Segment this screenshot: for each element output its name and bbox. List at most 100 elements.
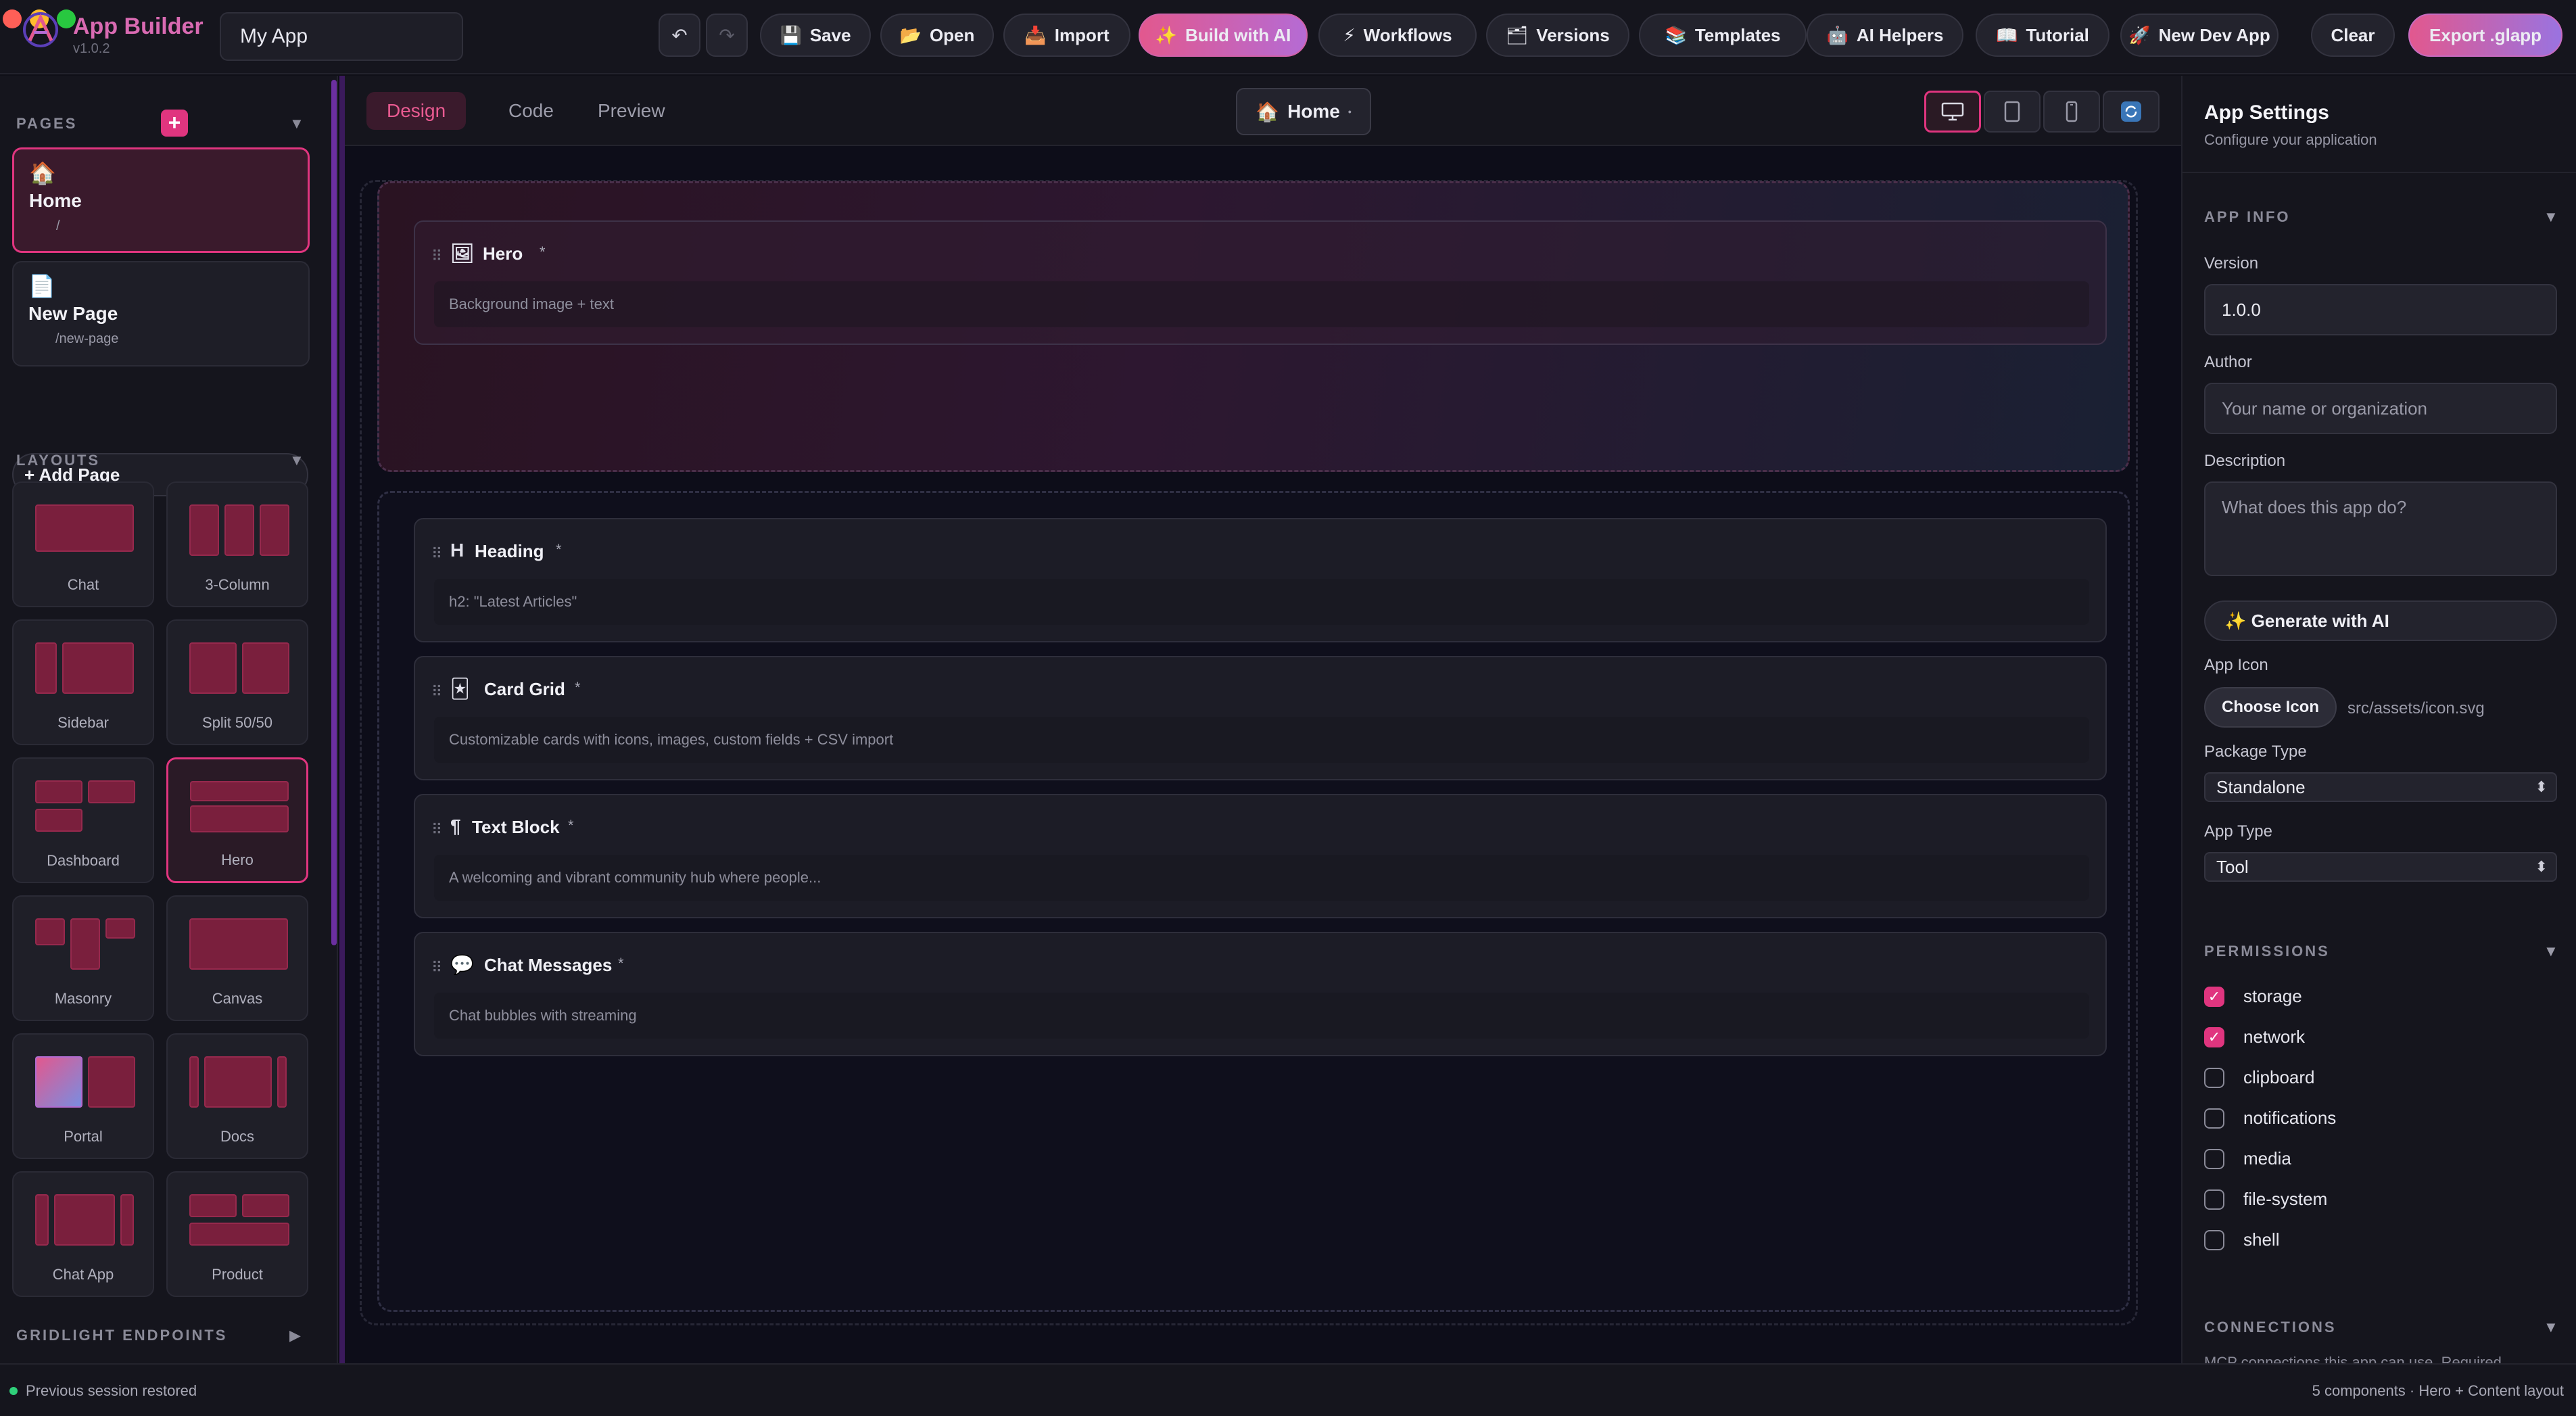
layout-thumb-canvas [183, 912, 295, 976]
workflows-button[interactable]: ⚡ Workflows [1318, 14, 1477, 57]
permission-media[interactable]: media [2204, 1148, 2291, 1169]
save-icon: 💾 [780, 24, 802, 45]
permission-file-system[interactable]: file-system [2204, 1189, 2327, 1210]
layout-tile-3-column[interactable]: 3-Column [166, 481, 308, 607]
checkbox-icon[interactable] [2204, 1148, 2224, 1169]
undo-button[interactable]: ↶ [659, 14, 700, 57]
page-selector[interactable]: 🏠 Home • [1236, 88, 1371, 135]
mobile-view-button[interactable] [2043, 91, 2100, 133]
redo-button[interactable]: ↷ [706, 14, 748, 57]
refresh-preview-button[interactable] [2103, 91, 2160, 133]
drag-handle-icon[interactable]: ⠿ [431, 821, 442, 839]
permission-shell[interactable]: shell [2204, 1229, 2279, 1250]
icon-path: src/assets/icon.svg [2347, 699, 2485, 717]
app-type-select[interactable]: Tool ⬍ [2204, 852, 2557, 882]
tutorial-button[interactable]: 📖 Tutorial [1976, 14, 2109, 57]
version-input[interactable]: 1.0.0 [2204, 284, 2557, 335]
permission-label: clipboard [2243, 1067, 2315, 1087]
drag-handle-icon[interactable]: ⠿ [431, 545, 442, 563]
layout-tile-hero[interactable]: Hero [166, 757, 308, 883]
layout-tile-canvas[interactable]: Canvas [166, 895, 308, 1021]
import-button[interactable]: 📥 Import [1003, 14, 1130, 57]
connections-collapse-caret-icon[interactable]: ▼ [2544, 1319, 2558, 1336]
layout-tile-sidebar[interactable]: Sidebar [12, 619, 154, 745]
layout-thumb-chat-app [28, 1187, 141, 1252]
versions-button[interactable]: 🗂 Versions [1486, 14, 1629, 57]
page-item-home[interactable]: 🏠 Home / [12, 147, 310, 253]
layout-thumb-product [183, 1187, 295, 1252]
component-chat-messages[interactable]: ⠿ 💬 Chat Messages * Chat bubbles with st… [414, 932, 2107, 1056]
gridlight-expand-caret-icon[interactable]: ▶ [289, 1327, 301, 1344]
open-button[interactable]: 📂 Open [880, 14, 994, 57]
choose-icon-button[interactable]: Choose Icon [2204, 687, 2337, 728]
app-type-label: App Type [2204, 822, 2272, 841]
close-window-button[interactable] [3, 9, 22, 28]
tablet-view-button[interactable] [1984, 91, 2041, 133]
layout-tile-dashboard[interactable]: Dashboard [12, 757, 154, 883]
add-page-plus-button[interactable]: + [161, 110, 188, 137]
import-label: Import [1054, 24, 1110, 45]
checkbox-checked-icon[interactable]: ✓ [2204, 1026, 2224, 1047]
layout-tile-docs[interactable]: Docs [166, 1033, 308, 1159]
component-heading[interactable]: ⠿ H Heading * h2: "Latest Articles" [414, 518, 2107, 642]
component-title: Hero [483, 243, 523, 264]
layout-tile-chat-app[interactable]: Chat App [12, 1171, 154, 1297]
component-card-grid[interactable]: ⠿ 🃏 Card Grid * Customizable cards with … [414, 656, 2107, 780]
export-button[interactable]: Export .glapp [2408, 14, 2562, 57]
versions-icon: 🗂 [1506, 24, 1529, 45]
page-selector-label: Home [1287, 101, 1340, 122]
layout-tile-portal[interactable]: Portal [12, 1033, 154, 1159]
drag-handle-icon[interactable]: ⠿ [431, 247, 442, 265]
canvas-resize-handle[interactable] [339, 76, 345, 1363]
layout-tile-masonry[interactable]: Masonry [12, 895, 154, 1021]
permission-storage[interactable]: ✓ storage [2204, 986, 2302, 1007]
tab-code[interactable]: Code [488, 92, 574, 130]
checkbox-icon[interactable] [2204, 1229, 2224, 1250]
tab-preview[interactable]: Preview [577, 92, 686, 130]
description-textarea[interactable]: What does this app do? [2204, 481, 2557, 576]
checkbox-checked-icon[interactable]: ✓ [2204, 986, 2224, 1007]
tab-design[interactable]: Design [366, 92, 467, 130]
component-title: Chat Messages [484, 955, 613, 975]
pages-collapse-caret-icon[interactable]: ▼ [289, 115, 304, 133]
drag-handle-icon[interactable]: ⠿ [431, 683, 442, 701]
desktop-view-button[interactable] [1924, 91, 1981, 133]
permission-label: file-system [2243, 1189, 2328, 1209]
card-icon: 🃏 [450, 678, 470, 699]
checkbox-icon[interactable] [2204, 1067, 2224, 1088]
layout-tile-chat[interactable]: Chat [12, 481, 154, 607]
ai-helpers-button[interactable]: 🤖 AI Helpers [1807, 14, 1963, 57]
sidebar-scrollbar[interactable] [331, 80, 337, 945]
select-arrows-icon: ⬍ [2535, 858, 2548, 875]
package-type-select[interactable]: Standalone ⬍ [2204, 772, 2557, 802]
clear-button[interactable]: Clear [2311, 14, 2395, 57]
new-dev-app-button[interactable]: 🚀 New Dev App [2120, 14, 2279, 57]
build-with-ai-button[interactable]: ✨ Build with AI [1139, 14, 1308, 57]
save-button[interactable]: 💾 Save [760, 14, 871, 57]
drag-handle-icon[interactable]: ⠿ [431, 959, 442, 976]
permission-network[interactable]: ✓ network [2204, 1026, 2305, 1047]
checkbox-icon[interactable] [2204, 1108, 2224, 1129]
permissions-collapse-caret-icon[interactable]: ▼ [2544, 943, 2558, 960]
app-name-input[interactable]: My App [220, 12, 463, 61]
layouts-collapse-caret-icon[interactable]: ▼ [289, 452, 304, 469]
checkbox-icon[interactable] [2204, 1189, 2224, 1210]
permission-notifications[interactable]: notifications [2204, 1108, 2336, 1129]
component-hero[interactable]: ⠿ 🖼 Hero * Background image + text [414, 220, 2107, 345]
permissions-heading: PERMISSIONS [2204, 943, 2330, 960]
layout-tile-split[interactable]: Split 50/50 [166, 619, 308, 745]
component-title: Heading [475, 541, 544, 561]
layout-label: Portal [64, 1128, 103, 1145]
app-info-collapse-caret-icon[interactable]: ▼ [2544, 208, 2558, 226]
generate-with-ai-button[interactable]: ✨ Generate with AI [2204, 600, 2557, 641]
templates-button[interactable]: 📚 Templates [1639, 14, 1807, 57]
app-logo-icon [23, 12, 58, 47]
permission-clipboard[interactable]: clipboard [2204, 1067, 2315, 1088]
component-text-block[interactable]: ⠿ ¶ Text Block * A welcoming and vibrant… [414, 794, 2107, 918]
pages-heading: PAGES [16, 115, 78, 132]
desktop-icon [1941, 102, 1964, 121]
page-item-new-page[interactable]: 📄 New Page /new-page [12, 261, 310, 367]
author-input[interactable]: Your name or organization [2204, 383, 2557, 434]
layout-tile-product[interactable]: Product [166, 1171, 308, 1297]
permission-label: media [2243, 1148, 2291, 1169]
